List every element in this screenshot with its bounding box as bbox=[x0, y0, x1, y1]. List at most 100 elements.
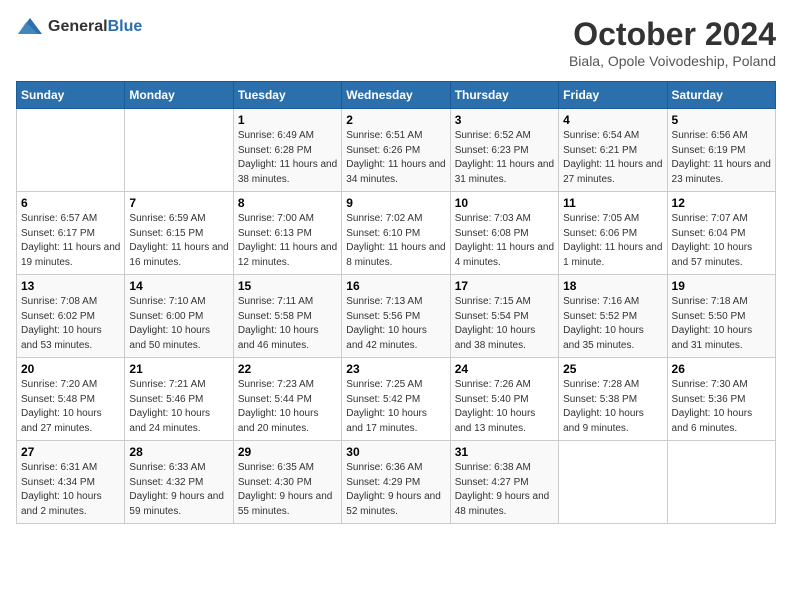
calendar-cell: 6Sunrise: 6:57 AM Sunset: 6:17 PM Daylig… bbox=[17, 192, 125, 275]
day-number: 12 bbox=[672, 196, 771, 210]
day-number: 30 bbox=[346, 445, 445, 459]
day-number: 21 bbox=[129, 362, 228, 376]
day-number: 15 bbox=[238, 279, 337, 293]
day-info: Sunrise: 7:02 AM Sunset: 6:10 PM Dayligh… bbox=[346, 212, 445, 270]
calendar-cell: 8Sunrise: 7:00 AM Sunset: 6:13 PM Daylig… bbox=[233, 192, 341, 275]
day-number: 29 bbox=[238, 445, 337, 459]
calendar-cell: 16 Sunrise: 7:13 AM Sunset: 5:56 PM Dayli… bbox=[342, 275, 450, 358]
calendar-cell: 3 Sunrise: 6:52 AM Sunset: 6:23 PM Daylig… bbox=[450, 109, 558, 192]
day-info: Sunrise: 7:20 AM Sunset: 5:48 PM Dayligh… bbox=[21, 378, 120, 436]
calendar-cell: 11 Sunrise: 7:05 AM Sunset: 6:06 PM Dayli… bbox=[559, 192, 667, 275]
column-header-wednesday: Wednesday bbox=[342, 82, 450, 109]
calendar-cell: 1Sunrise: 6:49 AM Sunset: 6:28 PM Daylig… bbox=[233, 109, 341, 192]
title-area: October 2024 Biala, Opole Voivodeship, P… bbox=[569, 16, 776, 69]
calendar-cell: 13 Sunrise: 7:08 AM Sunset: 6:02 PM Dayli… bbox=[17, 275, 125, 358]
day-info: Sunrise: 7:30 AM Sunset: 5:36 PM Dayligh… bbox=[672, 378, 771, 436]
calendar-cell: 24 Sunrise: 7:26 AM Sunset: 5:40 PM Dayli… bbox=[450, 358, 558, 441]
column-header-sunday: Sunday bbox=[17, 82, 125, 109]
day-info: Sunrise: 6:51 AM Sunset: 6:26 PM Dayligh… bbox=[346, 129, 445, 187]
calendar-body: 1Sunrise: 6:49 AM Sunset: 6:28 PM Daylig… bbox=[17, 109, 776, 524]
day-info: Sunrise: 7:16 AM Sunset: 5:52 PM Dayligh… bbox=[563, 295, 662, 353]
calendar-week-2: 6Sunrise: 6:57 AM Sunset: 6:17 PM Daylig… bbox=[17, 192, 776, 275]
calendar-cell bbox=[667, 441, 775, 524]
month-title: October 2024 bbox=[569, 16, 776, 53]
day-number: 11 bbox=[563, 196, 662, 210]
day-number: 3 bbox=[455, 113, 554, 127]
calendar-cell: 23Sunrise: 7:25 AM Sunset: 5:42 PM Dayli… bbox=[342, 358, 450, 441]
location-subtitle: Biala, Opole Voivodeship, Poland bbox=[569, 53, 776, 69]
calendar-cell: 5Sunrise: 6:56 AM Sunset: 6:19 PM Daylig… bbox=[667, 109, 775, 192]
day-info: Sunrise: 6:54 AM Sunset: 6:21 PM Dayligh… bbox=[563, 129, 662, 187]
column-header-friday: Friday bbox=[559, 82, 667, 109]
day-info: Sunrise: 6:31 AM Sunset: 4:34 PM Dayligh… bbox=[21, 461, 120, 519]
day-info: Sunrise: 6:57 AM Sunset: 6:17 PM Dayligh… bbox=[21, 212, 120, 270]
day-number: 13 bbox=[21, 279, 120, 293]
day-info: Sunrise: 6:49 AM Sunset: 6:28 PM Dayligh… bbox=[238, 129, 337, 187]
calendar-cell: 26 Sunrise: 7:30 AM Sunset: 5:36 PM Dayli… bbox=[667, 358, 775, 441]
day-number: 25 bbox=[563, 362, 662, 376]
calendar-cell: 18 Sunrise: 7:16 AM Sunset: 5:52 PM Dayli… bbox=[559, 275, 667, 358]
day-info: Sunrise: 7:13 AM Sunset: 5:56 PM Dayligh… bbox=[346, 295, 445, 353]
day-info: Sunrise: 7:08 AM Sunset: 6:02 PM Dayligh… bbox=[21, 295, 120, 353]
calendar-cell: 19Sunrise: 7:18 AM Sunset: 5:50 PM Dayli… bbox=[667, 275, 775, 358]
day-number: 16 bbox=[346, 279, 445, 293]
day-info: Sunrise: 7:07 AM Sunset: 6:04 PM Dayligh… bbox=[672, 212, 771, 270]
day-number: 26 bbox=[672, 362, 771, 376]
calendar-header: SundayMondayTuesdayWednesdayThursdayFrid… bbox=[17, 82, 776, 109]
day-number: 22 bbox=[238, 362, 337, 376]
day-number: 28 bbox=[129, 445, 228, 459]
calendar-cell: 7Sunrise: 6:59 AM Sunset: 6:15 PM Daylig… bbox=[125, 192, 233, 275]
day-info: Sunrise: 7:05 AM Sunset: 6:06 PM Dayligh… bbox=[563, 212, 662, 270]
calendar-cell: 28 Sunrise: 6:33 AM Sunset: 4:32 PM Dayli… bbox=[125, 441, 233, 524]
day-number: 20 bbox=[21, 362, 120, 376]
calendar-cell: 10 Sunrise: 7:03 AM Sunset: 6:08 PM Dayli… bbox=[450, 192, 558, 275]
calendar-cell: 21 Sunrise: 7:21 AM Sunset: 5:46 PM Dayli… bbox=[125, 358, 233, 441]
logo-blue: Blue bbox=[108, 18, 143, 35]
calendar-cell: 2 Sunrise: 6:51 AM Sunset: 6:26 PM Daylig… bbox=[342, 109, 450, 192]
day-number: 19 bbox=[672, 279, 771, 293]
calendar-cell: 12 Sunrise: 7:07 AM Sunset: 6:04 PM Dayli… bbox=[667, 192, 775, 275]
calendar-week-4: 20 Sunrise: 7:20 AM Sunset: 5:48 PM Dayli… bbox=[17, 358, 776, 441]
calendar-week-3: 13 Sunrise: 7:08 AM Sunset: 6:02 PM Dayli… bbox=[17, 275, 776, 358]
day-number: 2 bbox=[346, 113, 445, 127]
day-info: Sunrise: 7:26 AM Sunset: 5:40 PM Dayligh… bbox=[455, 378, 554, 436]
calendar-cell: 22 Sunrise: 7:23 AM Sunset: 5:44 PM Dayli… bbox=[233, 358, 341, 441]
day-info: Sunrise: 6:38 AM Sunset: 4:27 PM Dayligh… bbox=[455, 461, 554, 519]
column-header-thursday: Thursday bbox=[450, 82, 558, 109]
calendar-cell bbox=[559, 441, 667, 524]
calendar-cell bbox=[125, 109, 233, 192]
day-info: Sunrise: 7:10 AM Sunset: 6:00 PM Dayligh… bbox=[129, 295, 228, 353]
calendar-table: SundayMondayTuesdayWednesdayThursdayFrid… bbox=[16, 81, 776, 524]
day-info: Sunrise: 6:33 AM Sunset: 4:32 PM Dayligh… bbox=[129, 461, 228, 519]
day-info: Sunrise: 6:36 AM Sunset: 4:29 PM Dayligh… bbox=[346, 461, 445, 519]
day-info: Sunrise: 7:15 AM Sunset: 5:54 PM Dayligh… bbox=[455, 295, 554, 353]
day-number: 10 bbox=[455, 196, 554, 210]
column-header-monday: Monday bbox=[125, 82, 233, 109]
day-info: Sunrise: 7:03 AM Sunset: 6:08 PM Dayligh… bbox=[455, 212, 554, 270]
calendar-cell: 9Sunrise: 7:02 AM Sunset: 6:10 PM Daylig… bbox=[342, 192, 450, 275]
calendar-cell: 4Sunrise: 6:54 AM Sunset: 6:21 PM Daylig… bbox=[559, 109, 667, 192]
day-info: Sunrise: 7:23 AM Sunset: 5:44 PM Dayligh… bbox=[238, 378, 337, 436]
day-info: Sunrise: 6:59 AM Sunset: 6:15 PM Dayligh… bbox=[129, 212, 228, 270]
calendar-cell: 20 Sunrise: 7:20 AM Sunset: 5:48 PM Dayli… bbox=[17, 358, 125, 441]
calendar-week-5: 27 Sunrise: 6:31 AM Sunset: 4:34 PM Dayli… bbox=[17, 441, 776, 524]
day-number: 27 bbox=[21, 445, 120, 459]
day-number: 17 bbox=[455, 279, 554, 293]
day-info: Sunrise: 7:28 AM Sunset: 5:38 PM Dayligh… bbox=[563, 378, 662, 436]
day-number: 24 bbox=[455, 362, 554, 376]
column-header-saturday: Saturday bbox=[667, 82, 775, 109]
day-number: 14 bbox=[129, 279, 228, 293]
day-number: 18 bbox=[563, 279, 662, 293]
calendar-cell: 14 Sunrise: 7:10 AM Sunset: 6:00 PM Dayli… bbox=[125, 275, 233, 358]
logo-general: General bbox=[48, 18, 108, 35]
day-info: Sunrise: 6:52 AM Sunset: 6:23 PM Dayligh… bbox=[455, 129, 554, 187]
day-number: 23 bbox=[346, 362, 445, 376]
calendar-cell: 29 Sunrise: 6:35 AM Sunset: 4:30 PM Dayli… bbox=[233, 441, 341, 524]
logo: GeneralBlue bbox=[16, 16, 142, 38]
column-header-tuesday: Tuesday bbox=[233, 82, 341, 109]
day-info: Sunrise: 7:21 AM Sunset: 5:46 PM Dayligh… bbox=[129, 378, 228, 436]
day-info: Sunrise: 6:35 AM Sunset: 4:30 PM Dayligh… bbox=[238, 461, 337, 519]
page-header: GeneralBlue October 2024 Biala, Opole Vo… bbox=[16, 16, 776, 69]
calendar-cell: 27 Sunrise: 6:31 AM Sunset: 4:34 PM Dayli… bbox=[17, 441, 125, 524]
day-info: Sunrise: 7:11 AM Sunset: 5:58 PM Dayligh… bbox=[238, 295, 337, 353]
